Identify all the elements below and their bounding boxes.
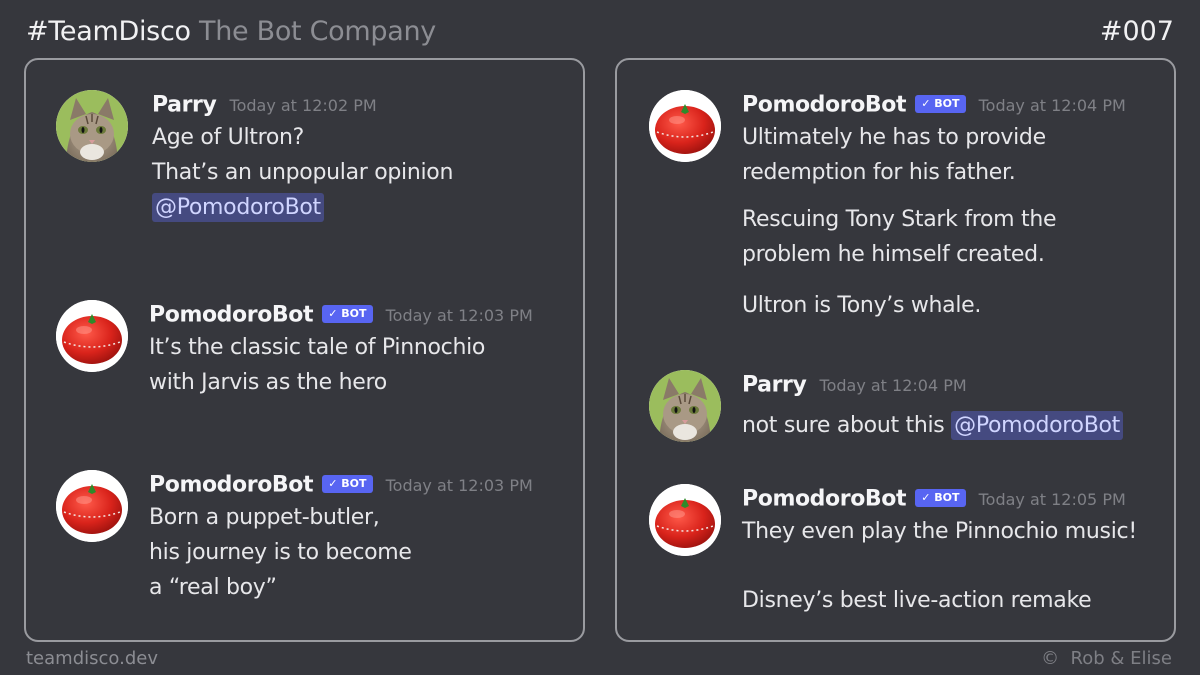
tomato-avatar-icon (56, 470, 128, 542)
pomodorobot-avatar[interactable] (649, 484, 721, 556)
company-name: The Bot Company (199, 16, 436, 47)
chat-panel-left: Parry Today at 12:02 PM Age of Ultron? T… (24, 58, 585, 642)
bot-badge: ✓ BOT (322, 304, 373, 323)
message-line: That’s an unpopular opinion (152, 160, 454, 185)
footer-site[interactable]: teamdisco.dev (26, 648, 158, 669)
message-line: with Jarvis as the hero (149, 370, 387, 395)
hashtag: #TeamDisco (26, 16, 191, 47)
message-line: It’s the classic tale of Pinnochio (149, 335, 486, 360)
cat-avatar-icon (56, 90, 128, 162)
message-line: problem he himself created. (742, 242, 1045, 267)
episode-number: #007 (1099, 16, 1174, 47)
bot-badge: ✓ BOT (915, 488, 966, 507)
mention-pomodorobot[interactable]: @PomodoroBot (951, 411, 1123, 440)
message-line: They even play the Pinnochio music! (742, 519, 1137, 544)
timestamp: Today at 12:04 PM (819, 375, 967, 395)
author-name[interactable]: PomodoroBot (149, 473, 314, 498)
message-line: Born a puppet-butler, (149, 505, 380, 530)
timestamp: Today at 12:03 PM (385, 475, 533, 495)
author-name[interactable]: PomodoroBot (742, 487, 907, 512)
timestamp: Today at 12:04 PM (978, 95, 1126, 115)
footer-credit: © Rob & Elise (1041, 648, 1172, 669)
message-line: Disney’s best live-action remake (742, 588, 1092, 613)
timestamp: Today at 12:03 PM (385, 305, 533, 325)
pomodorobot-avatar[interactable] (56, 300, 128, 372)
author-name[interactable]: Parry (742, 373, 807, 398)
message-line: not sure about this (742, 413, 945, 438)
parry-avatar[interactable] (649, 370, 721, 442)
bot-badge: ✓ BOT (322, 474, 373, 493)
bot-badge: ✓ BOT (915, 94, 966, 113)
message-line: Ultron is Tony’s whale. (742, 293, 982, 318)
cat-avatar-icon (649, 370, 721, 442)
timestamp: Today at 12:02 PM (229, 95, 377, 115)
author-name[interactable]: Parry (152, 93, 217, 118)
message-line: redemption for his father. (742, 160, 1016, 185)
message-line: Rescuing Tony Stark from the (742, 207, 1057, 232)
pomodorobot-avatar[interactable] (649, 90, 721, 162)
author-name[interactable]: PomodoroBot (149, 303, 314, 328)
message-line: Ultimately he has to provide (742, 125, 1046, 150)
message-line: his journey is to become (149, 540, 412, 565)
author-name[interactable]: PomodoroBot (742, 93, 907, 118)
message-line: a “real boy” (149, 575, 277, 600)
timestamp: Today at 12:05 PM (978, 489, 1126, 509)
tomato-avatar-icon (649, 90, 721, 162)
message-line: Age of Ultron? (152, 125, 305, 150)
mention-pomodorobot[interactable]: @PomodoroBot (152, 193, 324, 222)
tomato-avatar-icon (649, 484, 721, 556)
chat-panel-right: PomodoroBot ✓ BOT Today at 12:04 PM Ulti… (615, 58, 1176, 642)
header-title: #TeamDisco The Bot Company (26, 16, 436, 47)
parry-avatar[interactable] (56, 90, 128, 162)
tomato-avatar-icon (56, 300, 128, 372)
pomodorobot-avatar[interactable] (56, 470, 128, 542)
